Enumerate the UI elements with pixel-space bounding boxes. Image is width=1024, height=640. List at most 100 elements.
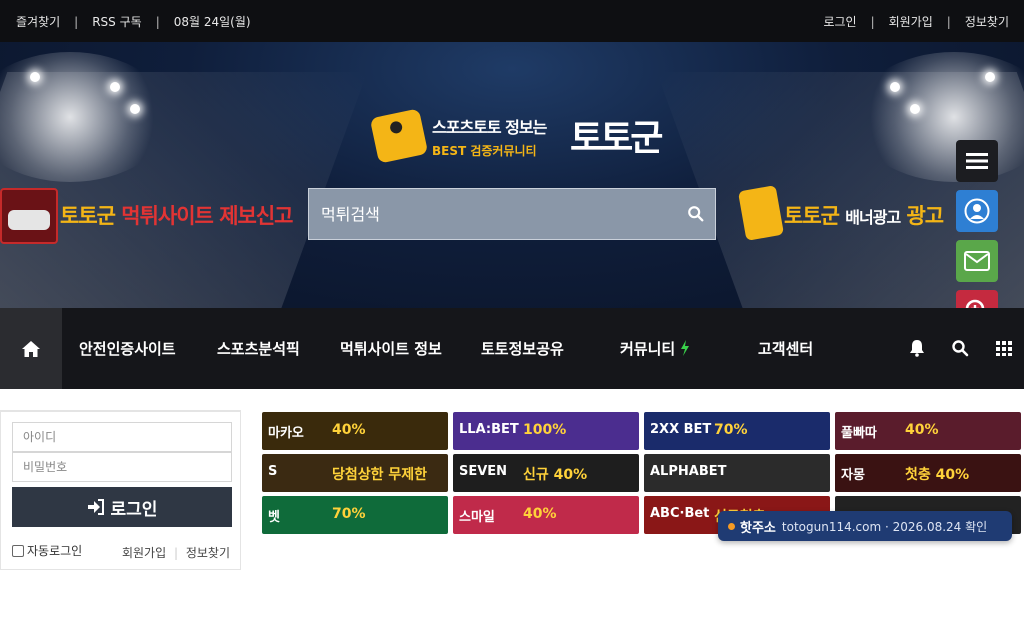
ad-banner-label: 배너광고 — [845, 208, 901, 227]
main-nav: 안전인증사이트 스포츠분석픽 먹튀사이트 정보 토토정보공유 커뮤니티 고객센터 — [0, 308, 1024, 389]
logo-mark-icon — [369, 108, 429, 164]
lamp-dot — [985, 72, 995, 82]
nav-item-toto-info[interactable]: 토토정보공유 — [481, 338, 564, 359]
ad-banner-tail: 광고 — [906, 204, 944, 228]
ad-brand: ALPHABET — [650, 464, 727, 479]
search-bar — [308, 188, 716, 240]
divider: | — [155, 14, 160, 29]
police-car-icon — [0, 188, 58, 244]
lamp-dot — [890, 82, 900, 92]
ad-banner-tile[interactable]: LLA:BET 100% — [453, 412, 639, 450]
ad-brand: S — [268, 464, 278, 479]
ad-banner-text: 토토군 배너광고 광고 — [784, 200, 944, 230]
nav-item-support[interactable]: 고객센터 — [758, 338, 813, 359]
ad-brand: 스마일 — [459, 510, 495, 525]
top-bar: 즐겨찾기 | RSS 구독 | 08월 24일(월) 로그인 | 회원가입 | … — [0, 0, 1024, 42]
divider: | — [870, 14, 875, 29]
report-banner[interactable]: 토토군 먹튀사이트 제보신고 — [0, 188, 300, 246]
lamp-dot — [130, 104, 140, 114]
ad-banner-tile[interactable]: 스마일 40% — [453, 496, 639, 534]
mail-button[interactable] — [956, 240, 998, 282]
logo-wordmark: 토토군 — [570, 118, 663, 159]
ad-banner-tile[interactable]: ALPHABET — [644, 454, 830, 492]
status-dot — [728, 523, 735, 530]
ad-banner-tile[interactable]: 벳 70% — [262, 496, 448, 534]
ad-brand: 벳 — [268, 510, 280, 525]
ad-brand: ABC·Bet — [650, 506, 710, 521]
notice-label: 핫주소 — [740, 520, 776, 536]
mail-icon — [964, 251, 990, 271]
report-banner-label: 먹튀사이트 제보신고 — [121, 204, 293, 228]
ad-promo: 100% — [523, 422, 567, 438]
nav-item-certified-sites[interactable]: 안전인증사이트 — [79, 338, 176, 359]
top-bar-left: 즐겨찾기 | RSS 구독 | 08월 24일(월) — [16, 13, 251, 30]
home-button[interactable] — [0, 308, 62, 389]
ad-promo: 70% — [332, 506, 366, 522]
ad-banner-tile[interactable]: 자몽 첫충 40% — [835, 454, 1021, 492]
ad-brand: LLA:BET — [459, 422, 519, 437]
ad-promo: 40% — [905, 422, 939, 438]
lightning-icon — [681, 340, 690, 356]
ad-banner-tile[interactable]: S 당첨상한 무제한 — [262, 454, 448, 492]
ad-banner-tile[interactable]: SEVEN 신규 40% — [453, 454, 639, 492]
account-links: 회원가입 | 정보찾기 — [122, 544, 230, 561]
ad-brand: 2XX BET — [650, 422, 712, 437]
password-field[interactable] — [12, 452, 232, 482]
report-banner-brand: 토토군 — [60, 204, 116, 228]
profile-button[interactable] — [956, 190, 998, 232]
auto-login-checkbox[interactable]: 자동로그인 — [12, 542, 82, 559]
ad-banner-tile[interactable]: 마카오 40% — [262, 412, 448, 450]
login-button-label: 로그인 — [110, 499, 158, 520]
ad-banner-tile[interactable]: 2XX BET 70% — [644, 412, 830, 450]
ad-promo: 40% — [332, 422, 366, 438]
find-info-link[interactable]: 정보찾기 — [186, 546, 230, 560]
lamp-dot — [910, 104, 920, 114]
login-link[interactable]: 로그인 — [823, 13, 856, 30]
login-panel: 로그인 자동로그인 회원가입 | 정보찾기 — [0, 410, 241, 570]
signup-link[interactable]: 회원가입 — [889, 13, 933, 30]
ad-promo: 당첨상한 무제한 — [332, 467, 428, 483]
username-field[interactable] — [12, 422, 232, 452]
current-date: 08월 24일(월) — [173, 15, 251, 29]
sign-in-icon — [87, 499, 104, 515]
ad-promo: 40% — [523, 506, 557, 522]
lamp-dot — [30, 72, 40, 82]
nav-item-community-label: 커뮤니티 — [620, 340, 676, 358]
search-icon[interactable] — [687, 205, 705, 223]
login-button[interactable]: 로그인 — [12, 487, 232, 527]
menu-icon — [966, 153, 988, 169]
ad-promo: 70% — [714, 422, 748, 438]
grid-icon[interactable] — [995, 339, 1013, 357]
nav-item-sports-picks[interactable]: 스포츠분석픽 — [217, 338, 300, 359]
hot-address-notice[interactable]: 핫주소 totogun114.com · 2026.08.24 확인 — [718, 511, 1012, 541]
divider: | — [173, 546, 178, 560]
ad-promo: 신규 40% — [523, 467, 588, 483]
auto-login-label: 자동로그인 — [27, 544, 83, 558]
bell-icon[interactable] — [908, 339, 926, 357]
logo-subtagline: BEST 검증커뮤니티 — [432, 144, 537, 158]
divider: | — [946, 14, 951, 29]
ad-brand: 마카오 — [268, 426, 304, 441]
bookmark-link[interactable]: 즐겨찾기 — [16, 13, 60, 30]
logo-mark-icon — [737, 185, 785, 241]
divider: | — [74, 14, 79, 29]
ad-banner-brand: 토토군 — [784, 204, 840, 228]
menu-button[interactable] — [956, 140, 998, 182]
rss-link[interactable]: RSS 구독 — [92, 13, 141, 30]
nav-item-scam-sites[interactable]: 먹튀사이트 정보 — [340, 338, 442, 359]
nav-item-community[interactable]: 커뮤니티 — [620, 338, 690, 359]
site-logo[interactable]: 스포츠토토 정보는 BEST 검증커뮤니티 토토군 — [369, 108, 664, 171]
hero-header: 스포츠토토 정보는 BEST 검증커뮤니티 토토군 토토군 먹튀사이트 제보신고… — [0, 42, 1024, 308]
notice-text: totogun114.com · 2026.08.24 확인 — [781, 519, 988, 534]
signup-link[interactable]: 회원가입 — [122, 546, 166, 560]
find-info-link[interactable]: 정보찾기 — [965, 13, 1009, 30]
search-input[interactable] — [309, 189, 669, 239]
search-icon[interactable] — [951, 339, 969, 357]
ad-promo: 첫충 40% — [905, 467, 970, 483]
report-banner-text: 토토군 먹튀사이트 제보신고 — [60, 200, 293, 230]
logo-tagline: 스포츠토토 정보는 — [432, 118, 547, 137]
ad-banner-tile[interactable]: 풀빠따 40% — [835, 412, 1021, 450]
lamp-dot — [110, 82, 120, 92]
top-bar-right: 로그인 | 회원가입 | 정보찾기 — [823, 13, 1009, 30]
ad-brand: SEVEN — [459, 464, 508, 479]
